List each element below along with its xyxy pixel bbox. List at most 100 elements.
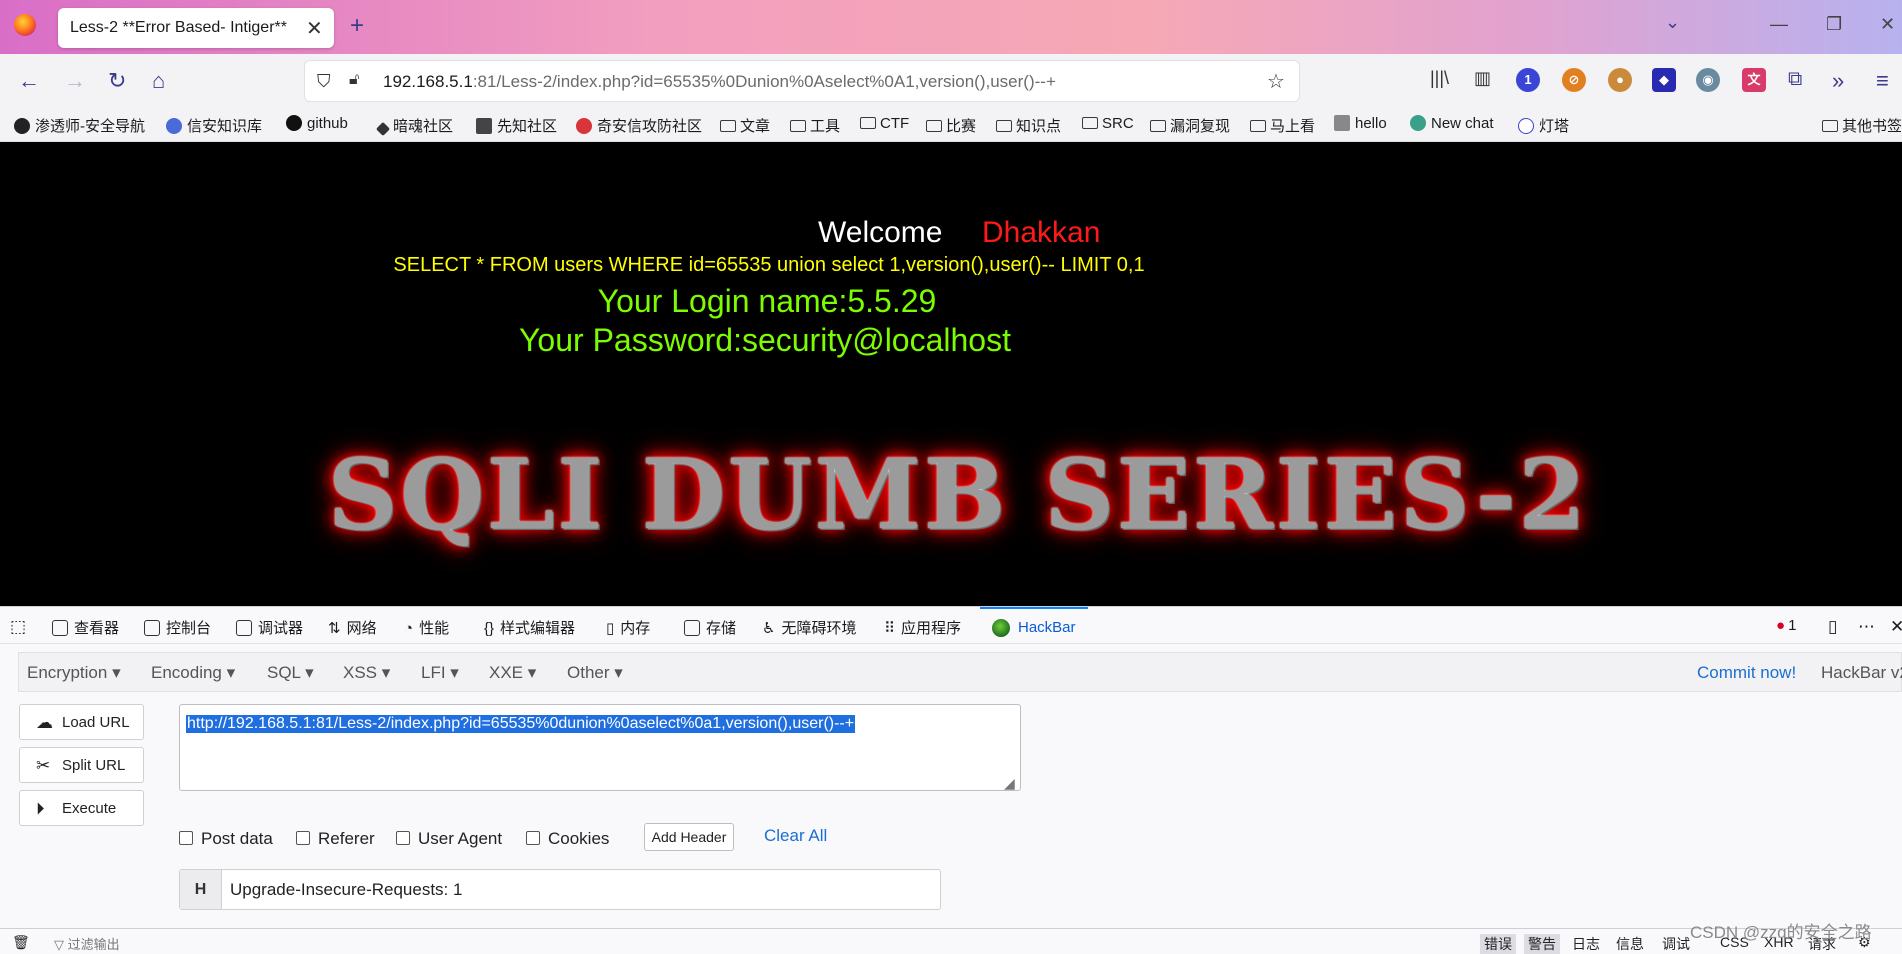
menu-icon[interactable]: ≡ — [1876, 68, 1889, 94]
resize-handle-icon[interactable]: ◢ — [1004, 775, 1015, 792]
tab-hackbar[interactable]: HackBar — [980, 607, 1088, 645]
extensions-icon[interactable]: ⧉ — [1788, 68, 1802, 91]
bookmark-folder[interactable]: 知识点 — [996, 115, 1061, 136]
nav-bar: ← → ↻ ⌂ ⛉ 🔓︎ 192.168.5.1:81/Less-2/index… — [0, 54, 1902, 108]
tab-storage[interactable]: 存储 — [684, 617, 736, 638]
tab-network[interactable]: ⇅ 网络 — [328, 617, 377, 638]
bookmark-star-icon[interactable]: ☆ — [1267, 69, 1285, 94]
blocker-extension-icon[interactable]: ⊘ — [1562, 68, 1586, 92]
bookmark-item[interactable]: hello — [1334, 115, 1387, 132]
dock-icon[interactable]: ▯ — [1828, 617, 1837, 637]
tab-accessibility[interactable]: ♿︎ 无障碍环境 — [762, 617, 856, 638]
menu-sql[interactable]: SQL ▾ — [267, 663, 314, 683]
chevron-down-icon[interactable]: ⌄ — [1665, 12, 1680, 33]
split-url-button[interactable]: ✂ Split URL — [19, 747, 144, 783]
bookmark-item[interactable]: New chat — [1410, 115, 1494, 132]
element-picker-icon[interactable]: ⬚ — [10, 617, 26, 637]
level-logs[interactable]: 日志 — [1572, 934, 1600, 954]
tab-debugger[interactable]: 调试器 — [236, 617, 303, 638]
bookmark-folder[interactable]: 其他书签 — [1822, 115, 1902, 136]
qianxin-icon — [576, 118, 592, 134]
home-icon[interactable]: ⌂ — [152, 68, 165, 94]
trash-icon[interactable]: 🗑︎ — [12, 934, 30, 951]
bookmark-folder[interactable]: 比赛 — [926, 115, 976, 136]
bookmark-folder[interactable]: CTF — [860, 115, 909, 132]
level-warnings[interactable]: 警告 — [1524, 934, 1560, 954]
owl-extension-icon[interactable]: ◉ — [1696, 68, 1720, 92]
close-icon[interactable]: ✕ — [306, 16, 323, 41]
minimize-icon[interactable]: — — [1770, 14, 1788, 35]
url-text: 192.168.5.1:81/Less-2/index.php?id=65535… — [383, 72, 1056, 91]
new-tab-icon[interactable]: + — [350, 12, 364, 40]
folder-icon — [996, 120, 1012, 132]
translate-extension-icon[interactable]: 文 — [1742, 68, 1766, 92]
execute-button[interactable]: ⏵ Execute — [19, 790, 144, 826]
cloud-download-icon: ☁ — [36, 713, 53, 732]
level-debug[interactable]: 调试 — [1662, 934, 1690, 954]
forward-icon[interactable]: → — [64, 68, 86, 94]
bookmark-item[interactable]: 灯塔 — [1518, 115, 1569, 136]
reload-icon[interactable]: ↻ — [108, 68, 126, 94]
skull-icon — [14, 118, 30, 134]
onepassword-extension-icon[interactable]: 1 — [1516, 68, 1540, 92]
bookmark-folder[interactable]: 工具 — [790, 115, 840, 136]
menu-other[interactable]: Other ▾ — [567, 663, 623, 683]
tab-memory[interactable]: ▯ 内存 — [606, 617, 650, 638]
overflow-chevron-icon[interactable]: » — [1832, 68, 1844, 94]
menu-xss[interactable]: XSS ▾ — [343, 663, 390, 683]
tab-performance[interactable]: ◔ 性能 — [404, 617, 449, 638]
restore-icon[interactable]: ❐ — [1826, 14, 1842, 35]
tab-style-editor[interactable]: {} 样式编辑器 — [484, 617, 575, 638]
level-errors[interactable]: 错误 — [1480, 934, 1516, 954]
bookmark-item[interactable]: 暗魂社区 — [375, 115, 453, 137]
firefox-logo-icon[interactable] — [14, 14, 36, 36]
braces-icon: {} — [484, 620, 495, 637]
browser-tab[interactable]: Less-2 **Error Based- Intiger** ✕ — [58, 8, 334, 48]
folder-icon — [1822, 120, 1838, 132]
bookmark-folder[interactable]: 马上看 — [1250, 115, 1315, 136]
address-bar[interactable]: ⛉ 🔓︎ 192.168.5.1:81/Less-2/index.php?id=… — [304, 60, 1300, 102]
back-icon[interactable]: ← — [18, 68, 40, 94]
add-header-button[interactable]: Add Header — [644, 823, 734, 851]
post-data-checkbox[interactable]: Post data — [179, 829, 273, 849]
bookmark-folder[interactable]: SRC — [1082, 115, 1134, 132]
hackbar-url-textarea[interactable]: http://192.168.5.1:81/Less-2/index.php?i… — [179, 704, 1021, 791]
menu-xxe[interactable]: XXE ▾ — [489, 663, 536, 683]
error-count-badge[interactable]: ● 1 — [1776, 617, 1796, 634]
shield-icon[interactable]: ⛉ — [317, 71, 331, 92]
tab-application[interactable]: ⠿ 应用程序 — [884, 617, 961, 638]
level-info[interactable]: 信息 — [1616, 934, 1644, 954]
close-devtools-icon[interactable]: ✕ — [1890, 617, 1902, 637]
bookmark-item[interactable]: 信安知识库 — [166, 115, 262, 136]
user-agent-checkbox[interactable]: User Agent — [396, 829, 502, 849]
menu-encoding[interactable]: Encoding ▾ — [151, 663, 235, 683]
storage-icon — [684, 620, 700, 636]
menu-lfi[interactable]: LFI ▾ — [421, 663, 459, 683]
header-value-input[interactable]: Upgrade-Insecure-Requests: 1 — [230, 880, 462, 900]
tab-inspector[interactable]: 查看器 — [52, 617, 119, 638]
referer-checkbox[interactable]: Referer — [296, 829, 375, 849]
bookmark-folder[interactable]: 文章 — [720, 115, 770, 136]
caret-down-icon: ▾ — [305, 663, 314, 682]
bookmark-item[interactable]: 渗透师-安全导航 — [14, 115, 145, 136]
cookie-extension-icon[interactable]: ● — [1608, 68, 1632, 92]
bookmark-item[interactable]: 先知社区 — [476, 115, 557, 136]
inspector-icon — [52, 620, 68, 636]
clear-all-link[interactable]: Clear All — [764, 826, 827, 846]
bookmark-item[interactable]: github — [286, 115, 348, 132]
close-window-icon[interactable]: ✕ — [1880, 14, 1895, 35]
load-url-button[interactable]: ☁ Load URL — [19, 704, 144, 740]
bookmark-folder[interactable]: 漏洞复现 — [1150, 115, 1230, 136]
filter-output-input[interactable]: ▽ 过滤输出 — [54, 934, 120, 953]
caret-down-icon: ▾ — [381, 663, 391, 682]
insecure-lock-icon[interactable]: 🔓︎ — [349, 71, 359, 89]
bookmark-item[interactable]: 奇安信攻防社区 — [576, 115, 702, 136]
menu-encryption[interactable]: Encryption ▾ — [27, 663, 121, 683]
cookies-checkbox[interactable]: Cookies — [526, 829, 609, 849]
tab-console[interactable]: 控制台 — [144, 617, 211, 638]
commit-now-link[interactable]: Commit now! — [1697, 663, 1796, 683]
library-icon[interactable]: |||\ — [1430, 68, 1449, 89]
sidebar-icon[interactable]: ▥ — [1474, 68, 1491, 89]
more-options-icon[interactable]: ⋯ — [1858, 617, 1875, 637]
layers-extension-icon[interactable]: ◆ — [1652, 68, 1676, 92]
